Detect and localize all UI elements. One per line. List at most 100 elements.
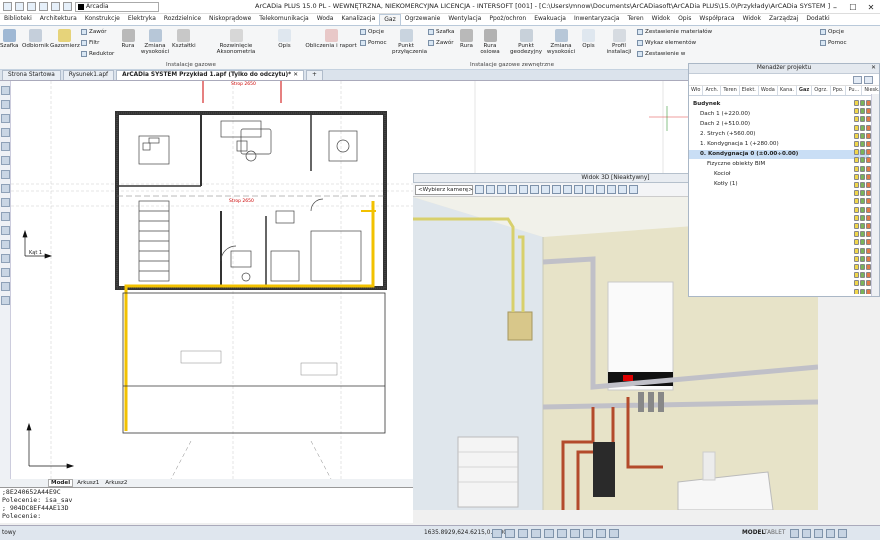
ribbon-tab[interactable]: Telekomunikacja xyxy=(255,14,312,25)
close-tab-icon[interactable]: ✕ xyxy=(293,72,298,78)
light-bulb-icon[interactable] xyxy=(854,141,859,147)
lock-icon[interactable] xyxy=(860,190,865,197)
light-bulb-icon[interactable] xyxy=(854,165,859,172)
light-bulb-icon[interactable] xyxy=(854,198,859,205)
light-bulb-icon[interactable] xyxy=(854,124,859,131)
lock-icon[interactable] xyxy=(860,198,865,205)
annotation-icon[interactable] xyxy=(790,528,799,538)
osnap-icon[interactable] xyxy=(544,528,554,538)
ribbon-tab[interactable]: Inwentaryzacja xyxy=(570,14,624,25)
ribbon-tab[interactable]: Teren xyxy=(623,14,647,25)
layer-combo[interactable]: Arcadia xyxy=(75,1,159,12)
pomoc-extra-button[interactable]: Pomoc xyxy=(820,40,847,46)
ribbon-tab[interactable]: Architektura xyxy=(36,14,81,25)
selection-cycle-icon[interactable] xyxy=(596,528,606,538)
ribbon-tab[interactable]: Widok xyxy=(648,14,674,25)
obliczenia-button[interactable]: Obliczenia i raport xyxy=(300,29,362,49)
fly-icon[interactable] xyxy=(519,185,528,194)
lock-icon[interactable] xyxy=(860,264,865,270)
ribbon-tab[interactable]: Współpraca xyxy=(695,14,738,25)
new-tab-icon[interactable]: + xyxy=(306,70,323,80)
sun-icon[interactable] xyxy=(596,185,605,194)
manager-tab[interactable]: Gaz xyxy=(796,86,813,95)
doc-tab-rysunek1[interactable]: Rysunek1.apf xyxy=(62,70,115,80)
ribbon-tab[interactable]: Zarządzaj xyxy=(765,14,802,25)
opis-button[interactable]: Opis xyxy=(278,29,291,49)
punkt-geodezyjny-button[interactable]: Punkt geodezyjny xyxy=(510,29,542,55)
orbit-icon[interactable] xyxy=(475,185,484,194)
layout-tab-model[interactable]: Model xyxy=(48,479,74,487)
workspace-icon[interactable] xyxy=(802,528,811,538)
reduktor-button[interactable]: Reduktor xyxy=(81,51,114,57)
ribbon-tab[interactable]: Elektryka xyxy=(124,14,160,25)
rotate-icon[interactable] xyxy=(1,268,10,277)
polar-icon[interactable] xyxy=(531,528,541,538)
command-line[interactable]: ;8E240652A44E9C Polecenie: isa_sav ; 904… xyxy=(0,487,413,523)
zestawienie-materialow-button[interactable]: Zestawienie materiałów xyxy=(637,29,712,35)
ribbon-tab[interactable]: Kanalizacja xyxy=(337,14,379,25)
text-icon[interactable] xyxy=(1,212,10,221)
zmiana-wysokosci-button[interactable]: Zmiana wysokości xyxy=(140,29,170,55)
manager-tab[interactable]: Ogrz. xyxy=(812,86,831,95)
ribbon-tab[interactable]: Biblioteki xyxy=(0,14,36,25)
rozwiniecie-button[interactable]: Rozwinięcie Aksonometria xyxy=(200,29,272,55)
lock-icon[interactable] xyxy=(860,100,865,106)
lock-icon[interactable] xyxy=(860,141,865,147)
lock-icon[interactable] xyxy=(860,108,865,115)
export-3d-icon[interactable] xyxy=(618,185,627,194)
gazomierz-button[interactable]: Gazomierz xyxy=(50,29,80,49)
customize-icon[interactable] xyxy=(838,528,847,538)
manager-tab[interactable]: Elekt. xyxy=(740,86,759,95)
lock-icon[interactable] xyxy=(860,124,865,131)
manager-scrollbar[interactable] xyxy=(871,94,879,296)
lock-icon[interactable] xyxy=(860,247,865,254)
lock-icon[interactable] xyxy=(860,214,865,221)
rura-ext-button[interactable]: Rura xyxy=(460,29,473,49)
lock-icon[interactable] xyxy=(860,182,865,188)
close-icon[interactable]: ✕ xyxy=(862,0,880,14)
light-bulb-icon[interactable] xyxy=(854,272,859,279)
ribbon-tab[interactable]: Ewakuacja xyxy=(530,14,570,25)
settings-3d-icon[interactable] xyxy=(629,185,638,194)
lock-icon[interactable] xyxy=(860,280,865,287)
light-bulb-icon[interactable] xyxy=(854,264,859,270)
rura-button[interactable]: Rura xyxy=(118,29,138,49)
ribbon-tab[interactable]: Dodatki xyxy=(802,14,833,25)
light-bulb-icon[interactable] xyxy=(854,182,859,188)
ksztaltki-button[interactable]: Kształtki xyxy=(172,29,196,49)
arc-icon[interactable] xyxy=(1,170,10,179)
ribbon-tab[interactable]: Widok xyxy=(739,14,765,25)
tree-item[interactable]: 1. Kondygnacja 1 (+280.00) xyxy=(689,140,869,149)
light-bulb-icon[interactable] xyxy=(854,288,859,294)
light-bulb-icon[interactable] xyxy=(854,206,859,213)
light-icon[interactable] xyxy=(563,185,572,194)
open-file-icon[interactable] xyxy=(27,2,36,11)
ribbon-tab[interactable]: Woda xyxy=(313,14,338,25)
lineweight-icon[interactable] xyxy=(570,528,580,538)
ribbon-tab[interactable]: Konstrukcje xyxy=(81,14,124,25)
grid-icon[interactable] xyxy=(505,528,515,538)
wykaz-elementow-button[interactable]: Wykaz elementów xyxy=(637,40,696,46)
command-prompt[interactable]: Polecenie: xyxy=(2,512,413,520)
new-file-icon[interactable] xyxy=(15,2,24,11)
manager-tab[interactable]: Teren xyxy=(721,86,740,95)
maximize-icon[interactable]: ☐ xyxy=(844,0,862,14)
tree-item[interactable]: 0. Kondygnacja 0 (±0.00÷0.00) xyxy=(689,150,869,159)
manager-tab[interactable]: Pu... xyxy=(846,86,863,95)
lock-icon[interactable] xyxy=(860,288,865,294)
odbiornik-button[interactable]: Odbiornik xyxy=(22,29,49,49)
light-bulb-icon[interactable] xyxy=(854,280,859,287)
lock-icon[interactable] xyxy=(860,165,865,172)
manager-tab[interactable]: Ppo. xyxy=(831,86,847,95)
opcje-button[interactable]: Opcje xyxy=(360,29,384,35)
tree-item[interactable]: Budynek xyxy=(689,100,869,109)
opis-ext-button[interactable]: Opis xyxy=(582,29,595,49)
pan-3d-icon[interactable] xyxy=(497,185,506,194)
walk-icon[interactable] xyxy=(508,185,517,194)
light-bulb-icon[interactable] xyxy=(854,149,859,156)
mirror-icon[interactable] xyxy=(1,282,10,291)
zmiana-wysokosci-ext-button[interactable]: Zmiana wysokości xyxy=(546,29,576,55)
wire-icon[interactable] xyxy=(585,185,594,194)
manager-close-icon[interactable]: ✕ xyxy=(871,64,876,73)
rura-osiowa-button[interactable]: Rura osiowa xyxy=(478,29,502,55)
